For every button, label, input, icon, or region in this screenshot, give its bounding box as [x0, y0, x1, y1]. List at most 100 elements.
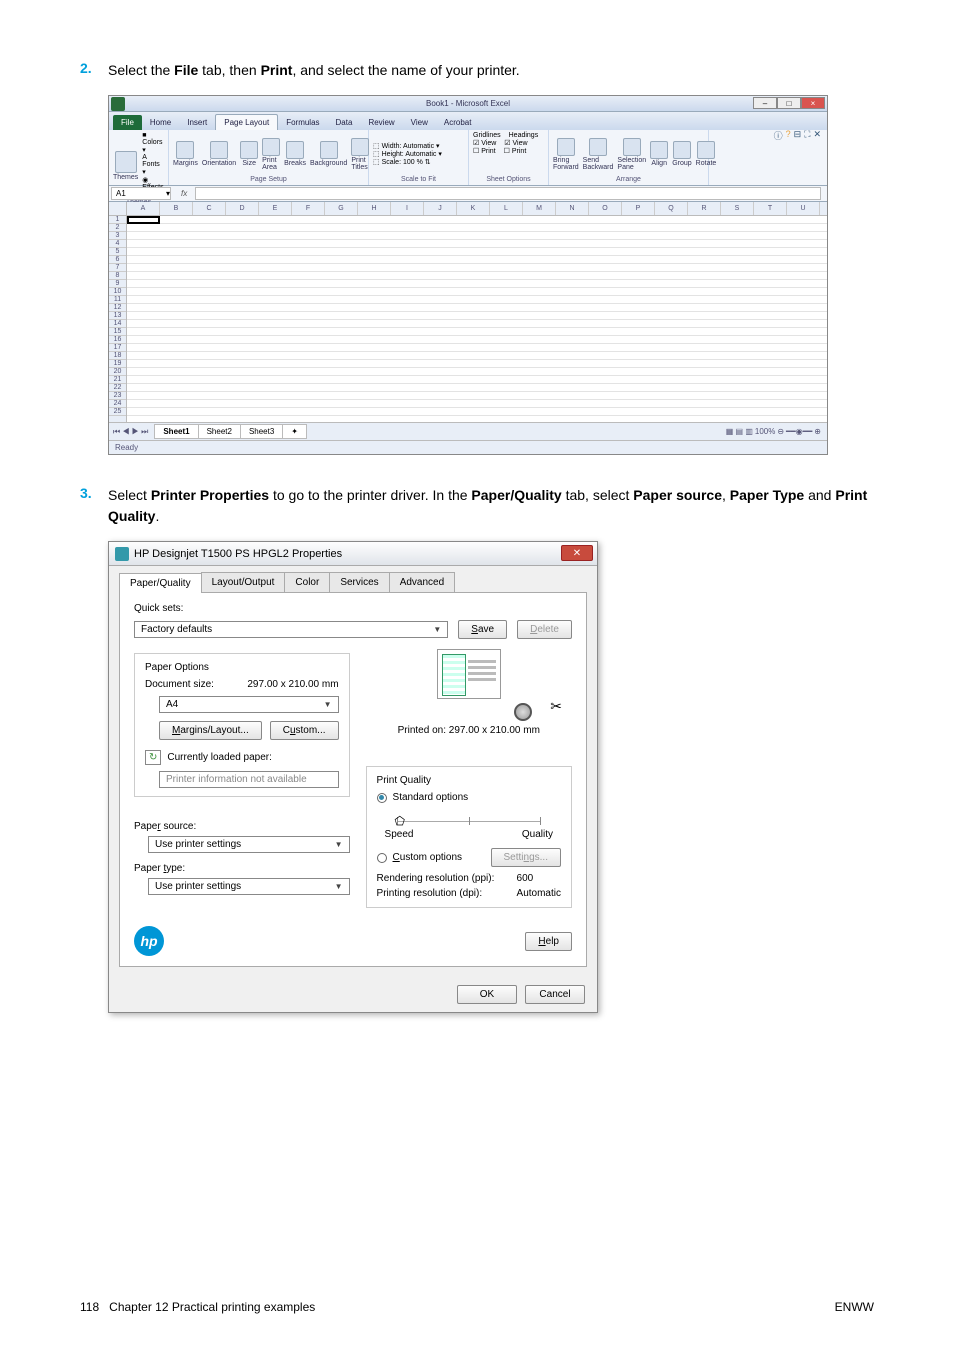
col-header[interactable]: N	[556, 202, 589, 215]
grid-row[interactable]	[127, 256, 827, 264]
col-header[interactable]: B	[160, 202, 193, 215]
grid-row[interactable]	[127, 408, 827, 416]
col-header[interactable]: E	[259, 202, 292, 215]
col-header[interactable]: Q	[655, 202, 688, 215]
row-header[interactable]: 8	[109, 272, 126, 280]
margins-layout-button[interactable]: Margins/Layout...	[159, 721, 262, 740]
close-button[interactable]: ×	[801, 97, 825, 109]
themes-icon[interactable]	[115, 151, 137, 173]
row-header[interactable]: 15	[109, 328, 126, 336]
tab-acrobat[interactable]: Acrobat	[436, 115, 480, 130]
col-header[interactable]: U	[787, 202, 820, 215]
row-header[interactable]: 1	[109, 216, 126, 224]
tab-color[interactable]: Color	[284, 572, 330, 592]
grid-row[interactable]	[127, 272, 827, 280]
orientation-icon[interactable]	[210, 141, 228, 159]
row-header[interactable]: 5	[109, 248, 126, 256]
tab-view[interactable]: View	[403, 115, 436, 130]
custom-button[interactable]: Custom...	[270, 721, 339, 740]
tab-formulas[interactable]: Formulas	[278, 115, 327, 130]
background-icon[interactable]	[320, 141, 338, 159]
col-header[interactable]: C	[193, 202, 226, 215]
grid-row[interactable]	[127, 392, 827, 400]
sheet-tab-2[interactable]: Sheet2	[198, 424, 241, 439]
grid-row[interactable]	[127, 216, 827, 224]
settings-button[interactable]: Settings...	[491, 848, 561, 867]
sheet-nav-icons[interactable]: ⏮ ◀ ▶ ⏭	[113, 427, 148, 437]
tab-page-layout[interactable]: Page Layout	[215, 114, 278, 130]
col-header[interactable]: I	[391, 202, 424, 215]
row-header[interactable]: 10	[109, 288, 126, 296]
col-header[interactable]: R	[688, 202, 721, 215]
standard-options-radio[interactable]: Standard options	[377, 792, 561, 803]
row-header[interactable]: 12	[109, 304, 126, 312]
tab-home[interactable]: Home	[142, 115, 179, 130]
col-header[interactable]: J	[424, 202, 457, 215]
col-header[interactable]: P	[622, 202, 655, 215]
sheet-tab-1[interactable]: Sheet1	[154, 424, 198, 439]
tab-paper-quality[interactable]: Paper/Quality	[119, 573, 202, 593]
view-icons[interactable]: ▦ ▤ ▥	[726, 427, 753, 436]
col-header[interactable]: O	[589, 202, 622, 215]
tab-services[interactable]: Services	[329, 572, 389, 592]
grid-row[interactable]	[127, 352, 827, 360]
col-header[interactable]: H	[358, 202, 391, 215]
help-button[interactable]: Help	[525, 932, 572, 951]
name-box[interactable]: A1▾	[111, 187, 171, 200]
formula-input[interactable]	[195, 187, 821, 200]
cancel-button[interactable]: Cancel	[525, 985, 585, 1004]
quality-slider[interactable]: ⬠	[377, 813, 561, 825]
tab-file[interactable]: File	[113, 115, 142, 130]
row-header[interactable]: 7	[109, 264, 126, 272]
tab-layout-output[interactable]: Layout/Output	[201, 572, 286, 592]
grid-row[interactable]	[127, 344, 827, 352]
zoom-in-icon[interactable]: ⊕	[814, 427, 821, 436]
zoom-out-icon[interactable]: ⊖	[777, 427, 784, 436]
row-header[interactable]: 3	[109, 232, 126, 240]
col-header[interactable]: G	[325, 202, 358, 215]
col-header[interactable]: T	[754, 202, 787, 215]
grid-row[interactable]	[127, 232, 827, 240]
group-icon[interactable]	[673, 141, 691, 159]
col-header[interactable]: S	[721, 202, 754, 215]
grid-row[interactable]	[127, 296, 827, 304]
send-backward-icon[interactable]	[589, 138, 607, 156]
grid-row[interactable]	[127, 280, 827, 288]
grid-row[interactable]	[127, 304, 827, 312]
grid-row[interactable]	[127, 240, 827, 248]
ok-button[interactable]: OK	[457, 985, 517, 1004]
save-button[interactable]: Save	[458, 620, 507, 639]
grid-row[interactable]	[127, 264, 827, 272]
sheet-tab-3[interactable]: Sheet3	[240, 424, 283, 439]
zoom-slider[interactable]: ━━◉━━	[786, 427, 812, 436]
row-header[interactable]: 20	[109, 368, 126, 376]
minimize-button[interactable]: –	[753, 97, 777, 109]
rotate-icon[interactable]	[697, 141, 715, 159]
row-header[interactable]: 24	[109, 400, 126, 408]
row-header[interactable]: 17	[109, 344, 126, 352]
dialog-close-button[interactable]: ✕	[561, 545, 593, 561]
bring-forward-icon[interactable]	[557, 138, 575, 156]
tab-data[interactable]: Data	[328, 115, 361, 130]
grid-row[interactable]	[127, 288, 827, 296]
row-header[interactable]: 19	[109, 360, 126, 368]
grid-row[interactable]	[127, 248, 827, 256]
grid-row[interactable]	[127, 400, 827, 408]
paper-type-combo[interactable]: Use printer settings▼	[148, 878, 350, 895]
col-header[interactable]: M	[523, 202, 556, 215]
tab-insert[interactable]: Insert	[179, 115, 215, 130]
row-header[interactable]: 4	[109, 240, 126, 248]
row-header[interactable]: 14	[109, 320, 126, 328]
paper-source-combo[interactable]: Use printer settings▼	[148, 836, 350, 853]
custom-options-radio[interactable]: Custom options	[377, 852, 463, 863]
print-titles-icon[interactable]	[351, 138, 369, 156]
grid-row[interactable]	[127, 336, 827, 344]
grid-row[interactable]	[127, 328, 827, 336]
grid-row[interactable]	[127, 384, 827, 392]
row-header[interactable]: 21	[109, 376, 126, 384]
delete-button[interactable]: Delete	[517, 620, 572, 639]
grid-row[interactable]	[127, 368, 827, 376]
align-icon[interactable]	[650, 141, 668, 159]
col-header[interactable]: L	[490, 202, 523, 215]
col-header[interactable]: A	[127, 202, 160, 215]
